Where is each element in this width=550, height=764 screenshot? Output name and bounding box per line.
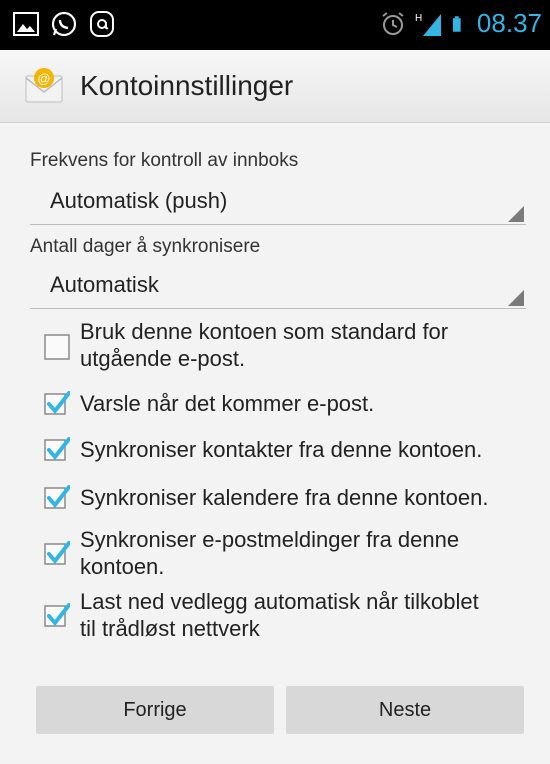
checkbox-label: Synkroniser kontakter fra denne kontoen. — [80, 437, 483, 462]
frequency-label: Frekvens for kontroll av innboks — [30, 150, 299, 171]
signal-icon: H — [415, 13, 441, 36]
frequency-spinner[interactable]: Automatisk (push) — [30, 180, 526, 225]
at-app-icon — [90, 11, 114, 37]
checkbox-checked-icon[interactable] — [44, 390, 70, 416]
previous-button[interactable]: Forrige — [36, 686, 274, 734]
gallery-icon — [13, 12, 39, 36]
checkbox-label: Bruk denne kontoen som standard for — [80, 319, 449, 344]
whatsapp-icon — [51, 11, 77, 37]
status-bar: H 08.37 — [0, 0, 550, 50]
frequency-value: Automatisk (push) — [50, 188, 228, 213]
checkbox-label: Last ned vedlegg automatisk når tilkoble… — [80, 589, 479, 614]
checkbox-label: kontoen. — [80, 554, 165, 579]
email-envelope-icon[interactable]: @ — [24, 66, 64, 106]
checkbox-checked-icon[interactable] — [44, 436, 70, 462]
checkbox-label: til trådløst nettverk — [80, 616, 260, 641]
checkbox-label: Varsle når det kommer e-post. — [80, 391, 375, 416]
checkbox-checked-icon[interactable] — [44, 540, 70, 566]
page-title: Kontoinnstillinger — [80, 70, 294, 101]
sync-days-label: Antall dager å synkronisere — [30, 236, 261, 257]
checkbox-checked-icon[interactable] — [44, 484, 70, 510]
checkbox-unchecked-icon[interactable] — [44, 334, 70, 360]
checkbox-label: utgående e-post. — [80, 346, 246, 371]
svg-text:H: H — [415, 13, 422, 24]
spinner-arrow-icon — [508, 206, 524, 222]
sync-days-spinner[interactable]: Automatisk — [30, 264, 526, 309]
svg-text:@: @ — [37, 71, 50, 86]
spinner-arrow-icon — [508, 290, 524, 306]
alarm-icon — [382, 11, 404, 35]
sync-days-value: Automatisk — [50, 272, 159, 297]
action-bar: @ Kontoinnstillinger — [0, 50, 550, 123]
battery-icon — [452, 15, 461, 32]
checkbox-label: Synkroniser e-postmeldinger fra denne — [80, 527, 460, 552]
checkbox-checked-icon[interactable] — [44, 602, 70, 628]
clock-time: 08.37 — [476, 8, 542, 38]
next-button[interactable]: Neste — [286, 686, 524, 734]
checkbox-label: Synkroniser kalendere fra denne kontoen. — [80, 485, 489, 510]
